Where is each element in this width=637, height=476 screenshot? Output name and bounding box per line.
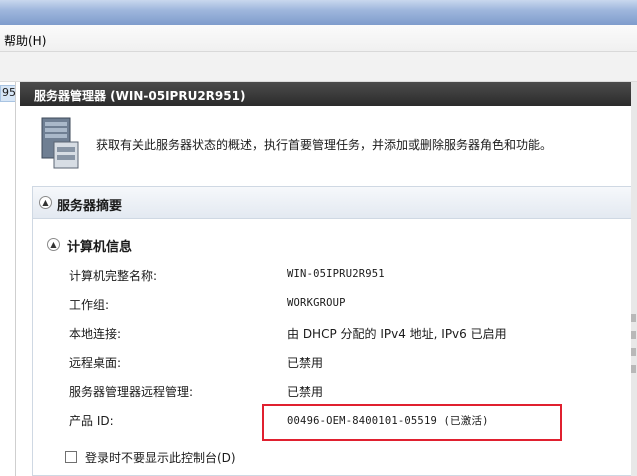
server-summary-section: ▲ 服务器摘要 ▲ 计算机信息 计算机完整名称: WIN-05IPRU2R951… xyxy=(32,186,637,476)
collapse-computer-info-icon[interactable]: ▲ xyxy=(47,238,60,251)
pane-title: 服务器管理器 (WIN-05IPRU2R951) xyxy=(34,89,246,103)
server-summary-title: 服务器摘要 xyxy=(57,199,123,214)
computer-info-title: 计算机信息 xyxy=(67,240,133,255)
main-content: 获取有关此服务器状态的概述，执行首要管理任务，并添加或删除服务器角色和功能。 ▲… xyxy=(20,106,637,476)
dont-show-console-checkbox[interactable] xyxy=(65,451,77,463)
menu-help[interactable]: 帮助(H) xyxy=(4,32,46,49)
action-icon[interactable] xyxy=(631,348,636,356)
right-pane-edge xyxy=(631,82,637,476)
info-label-workgroup: 工作组: xyxy=(69,298,110,312)
menu-bar: 帮助(H) xyxy=(0,25,637,52)
info-value-local-connection[interactable]: 由 DHCP 分配的 IPv4 地址, IPv6 已启用 xyxy=(287,325,507,342)
action-icon[interactable] xyxy=(631,314,636,322)
side-action-icons xyxy=(631,314,636,382)
action-icon[interactable] xyxy=(631,365,636,373)
info-label-full-name: 计算机完整名称: xyxy=(69,269,158,283)
toolbar xyxy=(0,52,637,82)
window-titlebar xyxy=(0,0,637,25)
server-icon xyxy=(41,117,79,169)
info-value-remote-desktop: 已禁用 xyxy=(287,356,324,370)
info-value-workgroup: WORKGROUP xyxy=(287,297,346,309)
server-summary-header[interactable]: ▲ 服务器摘要 xyxy=(33,187,637,219)
info-value-full-name: WIN-05IPRU2R951 xyxy=(287,268,385,280)
info-label-local-connection: 本地连接: xyxy=(69,327,122,341)
info-label-product-id: 产品 ID: xyxy=(69,414,114,428)
info-label-remote-management: 服务器管理器远程管理: xyxy=(69,385,194,399)
product-id-highlight xyxy=(262,404,562,441)
dont-show-console-label[interactable]: 登录时不要显示此控制台(D) xyxy=(85,449,236,466)
info-value-remote-management: 已禁用 xyxy=(287,385,324,399)
console-tree: 95 xyxy=(0,82,16,476)
info-label-remote-desktop: 远程桌面: xyxy=(69,356,122,370)
pane-header: 服务器管理器 (WIN-05IPRU2R951) xyxy=(20,82,637,106)
banner-description: 获取有关此服务器状态的概述，执行首要管理任务，并添加或删除服务器角色和功能。 xyxy=(96,138,553,152)
action-icon[interactable] xyxy=(631,331,636,339)
tree-node-server[interactable]: 95 xyxy=(0,85,15,102)
collapse-summary-icon[interactable]: ▲ xyxy=(39,196,52,209)
